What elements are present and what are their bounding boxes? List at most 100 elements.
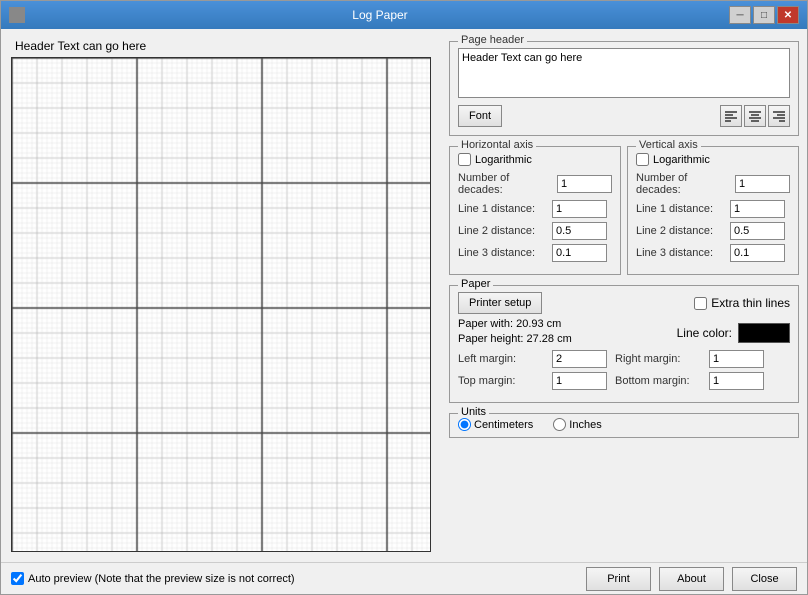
- controls-panel: Page header Font: [441, 29, 807, 562]
- align-left-button[interactable]: [720, 105, 742, 127]
- v-logarithmic-label: Logarithmic: [653, 154, 710, 166]
- align-right-icon: [772, 109, 786, 123]
- printer-setup-button[interactable]: Printer setup: [458, 292, 542, 314]
- centimeters-option[interactable]: Centimeters: [458, 418, 533, 431]
- paper-group: Paper Printer setup Extra thin lines Pap…: [449, 285, 799, 403]
- h-line2-label: Line 2 distance:: [458, 225, 548, 237]
- vertical-axis-group: Vertical axis Logarithmic Number of deca…: [627, 146, 799, 275]
- extra-thin-checkbox[interactable]: [694, 297, 707, 310]
- bottom-margin-label: Bottom margin:: [615, 375, 705, 387]
- centimeters-label: Centimeters: [474, 419, 533, 431]
- v-line1-input[interactable]: [730, 200, 785, 218]
- v-line2-label: Line 2 distance:: [636, 225, 726, 237]
- units-group: Units Centimeters Inches: [449, 413, 799, 438]
- h-line3-input[interactable]: [552, 244, 607, 262]
- top-margin-input[interactable]: [552, 372, 607, 390]
- h-decades-input[interactable]: [557, 175, 612, 193]
- preview-header-text: Header Text can go here: [15, 39, 431, 53]
- h-line3-label: Line 3 distance:: [458, 247, 548, 259]
- centimeters-radio[interactable]: [458, 418, 471, 431]
- v-line1-label: Line 1 distance:: [636, 203, 726, 215]
- v-decades-label: Number of decades:: [636, 172, 731, 196]
- page-header-group: Page header Font: [449, 41, 799, 136]
- page-header-textarea[interactable]: [458, 48, 790, 98]
- auto-preview-label[interactable]: Auto preview (Note that the preview size…: [11, 572, 295, 585]
- line-color-row: Line color:: [677, 323, 790, 343]
- v-line2-row: Line 2 distance:: [636, 222, 790, 240]
- h-logarithmic-row: Logarithmic: [458, 153, 612, 166]
- v-decades-row: Number of decades:: [636, 172, 790, 196]
- about-button[interactable]: About: [659, 567, 724, 591]
- h-logarithmic-checkbox[interactable]: [458, 153, 471, 166]
- v-decades-input[interactable]: [735, 175, 790, 193]
- h-line1-input[interactable]: [552, 200, 607, 218]
- align-right-button[interactable]: [768, 105, 790, 127]
- h-logarithmic-label: Logarithmic: [475, 154, 532, 166]
- inches-radio[interactable]: [553, 418, 566, 431]
- window-close-button[interactable]: ✕: [777, 6, 799, 24]
- page-header-title: Page header: [458, 34, 527, 46]
- paper-title: Paper: [458, 278, 493, 290]
- vertical-axis-title: Vertical axis: [636, 139, 701, 151]
- v-line3-input[interactable]: [730, 244, 785, 262]
- align-center-button[interactable]: [744, 105, 766, 127]
- horizontal-axis-title: Horizontal axis: [458, 139, 536, 151]
- margins-row: Left margin: Right margin:: [458, 350, 790, 372]
- extra-thin-label: Extra thin lines: [711, 296, 790, 310]
- align-left-icon: [724, 109, 738, 123]
- maximize-button[interactable]: □: [753, 6, 775, 24]
- main-window: Log Paper ─ □ ✕ Header Text can go here …: [0, 0, 808, 595]
- bottom-buttons: Print About Close: [586, 567, 797, 591]
- top-bottom-margin-row: Top margin: Bottom margin:: [458, 372, 790, 394]
- h-line2-row: Line 2 distance:: [458, 222, 612, 240]
- v-logarithmic-row: Logarithmic: [636, 153, 790, 166]
- header-controls: Font: [458, 105, 790, 127]
- minimize-button[interactable]: ─: [729, 6, 751, 24]
- auto-preview-text: Auto preview (Note that the preview size…: [28, 573, 295, 585]
- main-content: Header Text can go here Page header Font: [1, 29, 807, 562]
- graph-canvas: [12, 58, 430, 551]
- bottom-bar: Auto preview (Note that the preview size…: [1, 562, 807, 594]
- h-decades-row: Number of decades:: [458, 172, 612, 196]
- left-margin-label: Left margin:: [458, 353, 548, 365]
- paper-height-text: Paper height: 27.28 cm: [458, 333, 572, 345]
- titlebar: Log Paper ─ □ ✕: [1, 1, 807, 29]
- left-margin-input[interactable]: [552, 350, 607, 368]
- units-radio-row: Centimeters Inches: [458, 418, 790, 431]
- font-button[interactable]: Font: [458, 105, 502, 127]
- paper-top-row: Printer setup Extra thin lines: [458, 292, 790, 314]
- extra-thin-row: Extra thin lines: [694, 296, 790, 310]
- h-line1-row: Line 1 distance:: [458, 200, 612, 218]
- horizontal-axis-group: Horizontal axis Logarithmic Number of de…: [449, 146, 621, 275]
- bottom-margin-row: Bottom margin:: [615, 372, 764, 390]
- inches-option[interactable]: Inches: [553, 418, 601, 431]
- close-button[interactable]: Close: [732, 567, 797, 591]
- align-buttons: [720, 105, 790, 127]
- app-icon: [9, 7, 25, 23]
- h-decades-label: Number of decades:: [458, 172, 553, 196]
- paper-info-left: Paper with: 20.93 cm Paper height: 27.28…: [458, 318, 572, 348]
- inches-label: Inches: [569, 419, 601, 431]
- window-controls: ─ □ ✕: [729, 6, 799, 24]
- graph-paper-preview: [11, 57, 431, 552]
- paper-width-text: Paper with: 20.93 cm: [458, 318, 572, 330]
- h-line1-label: Line 1 distance:: [458, 203, 548, 215]
- left-margin-row: Left margin:: [458, 350, 607, 368]
- h-line2-input[interactable]: [552, 222, 607, 240]
- v-line2-input[interactable]: [730, 222, 785, 240]
- line-color-label: Line color:: [677, 326, 732, 340]
- window-title: Log Paper: [31, 8, 729, 22]
- axis-row: Horizontal axis Logarithmic Number of de…: [449, 142, 799, 275]
- units-title: Units: [458, 406, 489, 418]
- right-margin-label: Right margin:: [615, 353, 705, 365]
- v-line3-row: Line 3 distance:: [636, 244, 790, 262]
- v-line1-row: Line 1 distance:: [636, 200, 790, 218]
- auto-preview-checkbox[interactable]: [11, 572, 24, 585]
- h-line3-row: Line 3 distance:: [458, 244, 612, 262]
- v-line3-label: Line 3 distance:: [636, 247, 726, 259]
- print-button[interactable]: Print: [586, 567, 651, 591]
- right-margin-input[interactable]: [709, 350, 764, 368]
- bottom-margin-input[interactable]: [709, 372, 764, 390]
- v-logarithmic-checkbox[interactable]: [636, 153, 649, 166]
- line-color-swatch[interactable]: [738, 323, 790, 343]
